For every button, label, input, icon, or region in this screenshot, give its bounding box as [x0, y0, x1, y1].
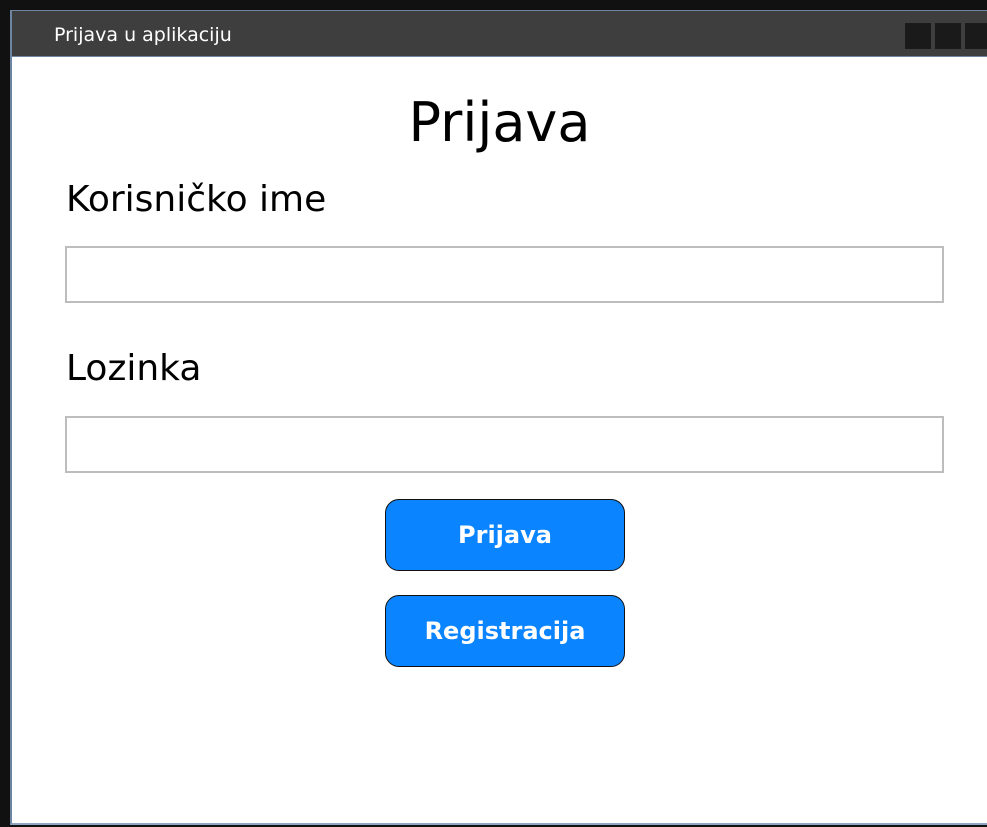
login-button[interactable]: Prijava — [385, 499, 625, 571]
password-label: Lozinka — [66, 348, 202, 389]
username-label: Korisničko ime — [66, 179, 327, 220]
password-input[interactable] — [65, 416, 944, 473]
screen: Prijava u aplikaciju Prijava Korisničko … — [0, 0, 987, 827]
window-controls — [905, 23, 987, 49]
register-button[interactable]: Registracija — [385, 595, 625, 667]
minimize-button[interactable] — [905, 23, 931, 49]
window-titlebar[interactable]: Prijava u aplikaciju — [12, 11, 987, 57]
login-window: Prijava u aplikaciju Prijava Korisničko … — [10, 10, 987, 825]
close-button[interactable] — [965, 23, 987, 49]
username-input[interactable] — [65, 246, 944, 303]
window-title: Prijava u aplikaciju — [54, 24, 232, 46]
maximize-button[interactable] — [935, 23, 961, 49]
page-title: Prijava — [408, 91, 591, 154]
